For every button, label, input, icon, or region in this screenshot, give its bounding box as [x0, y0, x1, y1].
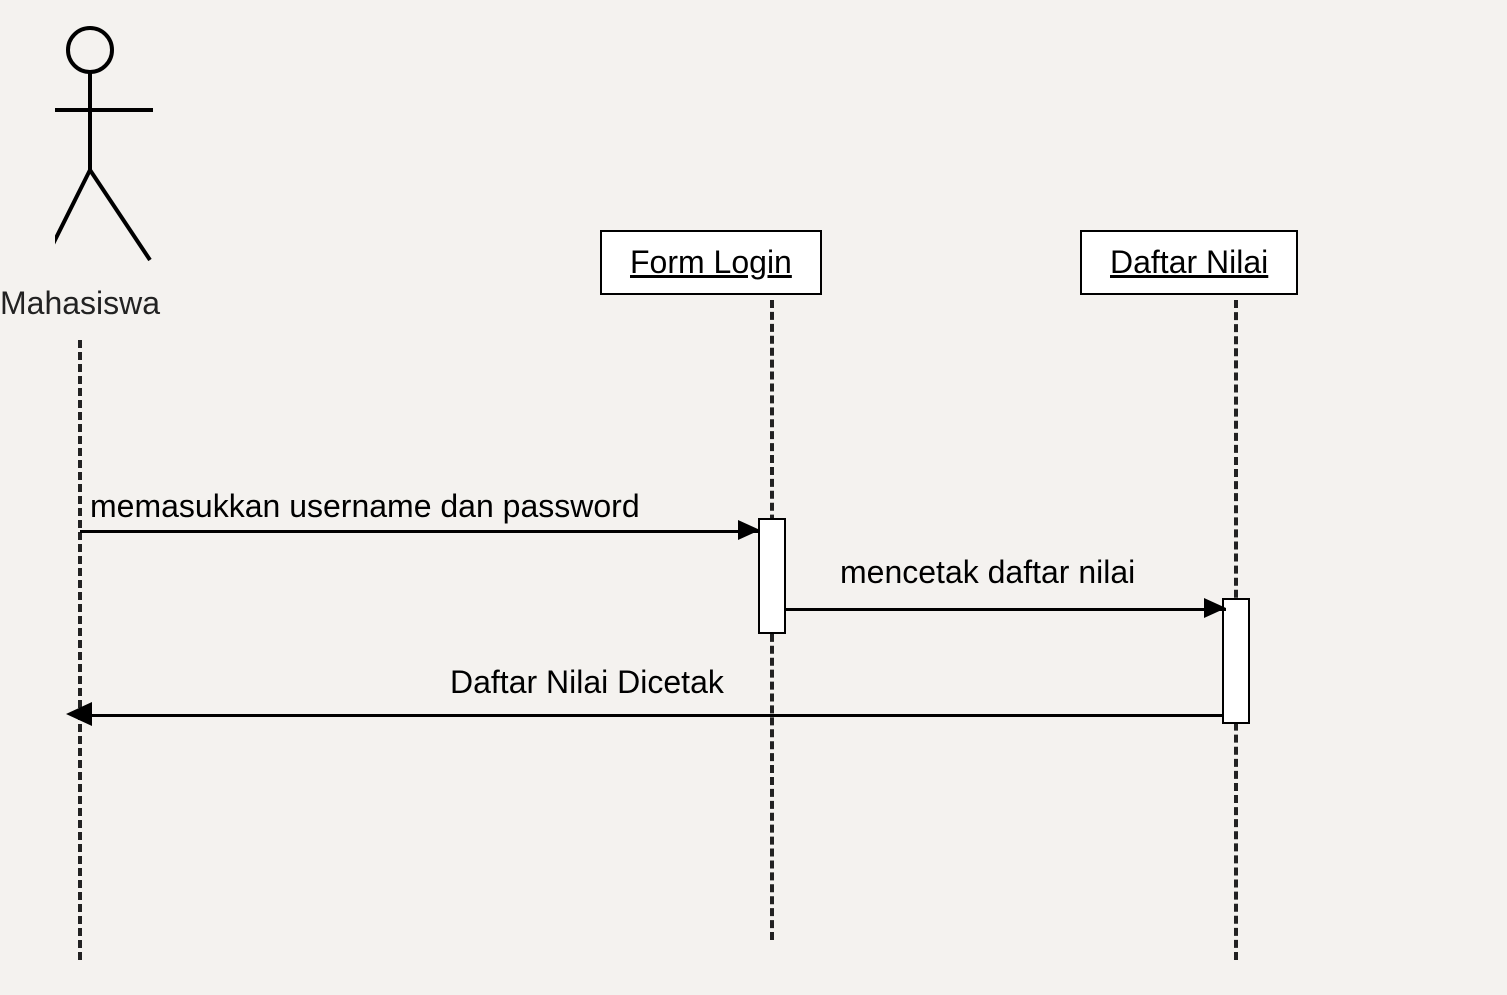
message-1-label: memasukkan username dan password [90, 488, 640, 525]
message-1-arrow [80, 530, 760, 533]
message-3-label: Daftar Nilai Dicetak [450, 664, 724, 701]
arrow-right-icon [1204, 598, 1226, 618]
actor-icon [55, 25, 185, 265]
sequence-diagram: Mahasiswa Form Login Daftar Nilai memasu… [0, 0, 1507, 995]
object-form-login: Form Login [600, 230, 822, 295]
object-label: Form Login [630, 244, 792, 280]
lifeline-actor [78, 340, 82, 960]
activation-daftar-nilai [1222, 598, 1250, 724]
message-2-arrow [786, 608, 1226, 611]
arrow-left-icon [66, 702, 92, 726]
message-2-label: mencetak daftar nilai [840, 554, 1135, 591]
object-daftar-nilai: Daftar Nilai [1080, 230, 1298, 295]
arrow-right-icon [738, 520, 760, 540]
actor-label: Mahasiswa [0, 285, 160, 322]
object-label: Daftar Nilai [1110, 244, 1268, 280]
activation-form-login [758, 518, 786, 634]
message-3-arrow [92, 714, 1224, 717]
